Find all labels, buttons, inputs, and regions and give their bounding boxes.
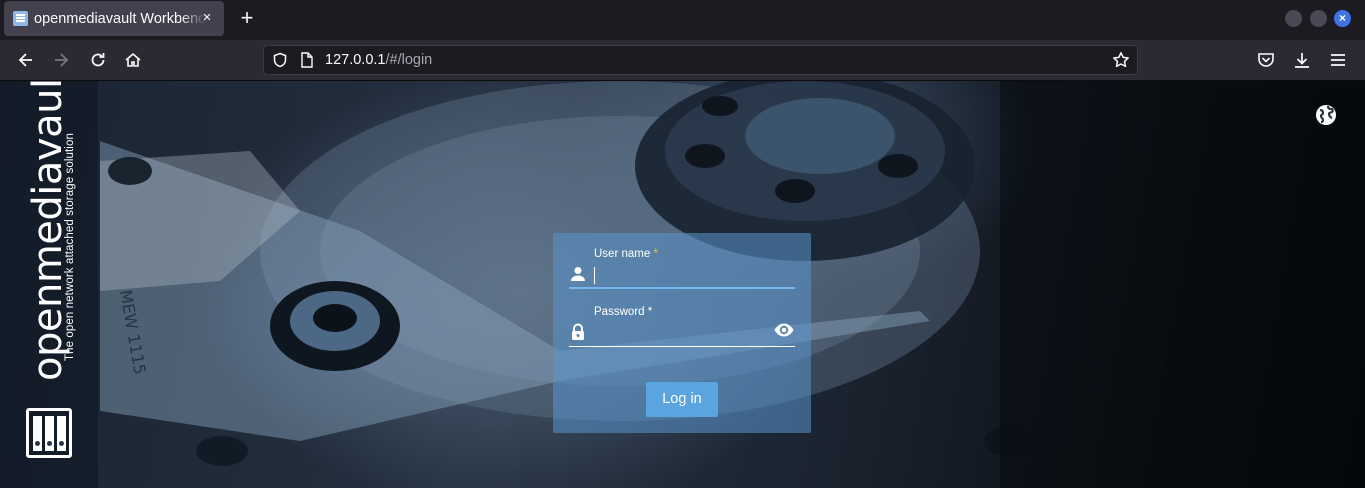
home-icon[interactable]: [123, 50, 143, 70]
required-marker: *: [653, 248, 658, 260]
password-input[interactable]: [594, 323, 769, 343]
tab-title: openmediavault Workbench: [34, 10, 206, 27]
forward-icon[interactable]: [51, 50, 71, 70]
password-underline: [569, 346, 795, 347]
bookmark-star-icon[interactable]: [1112, 51, 1130, 69]
favicon-icon: [13, 11, 28, 26]
download-icon[interactable]: [1292, 50, 1312, 70]
reload-icon[interactable]: [88, 50, 108, 70]
pocket-icon[interactable]: [1256, 50, 1276, 70]
window-minimize-button[interactable]: [1285, 10, 1302, 27]
username-underline: [569, 287, 795, 289]
brand-tagline: The open network attached storage soluti…: [64, 133, 76, 361]
username-label-text: User name: [594, 248, 651, 260]
tab-strip: openmediavault Workbench × + ×: [0, 0, 1365, 40]
url-host: 127.0.0.1: [325, 52, 386, 68]
language-globe-icon[interactable]: [1314, 103, 1338, 127]
menu-icon[interactable]: [1328, 50, 1348, 70]
lock-icon: [572, 323, 584, 340]
window-close-button[interactable]: ×: [1334, 10, 1351, 27]
tab-close-button[interactable]: ×: [198, 9, 216, 27]
login-button[interactable]: Log in: [646, 382, 718, 417]
back-icon[interactable]: [16, 50, 36, 70]
login-page: MEW 1115 openmediavault The open network…: [0, 81, 1365, 488]
password-field[interactable]: Password *: [569, 301, 795, 347]
brand-sidebar: openmediavault The open network attached…: [0, 81, 98, 488]
url-text[interactable]: 127.0.0.1/#/login: [325, 52, 432, 68]
window-maximize-button[interactable]: [1310, 10, 1327, 27]
shield-icon[interactable]: [272, 52, 288, 68]
brand-text: openmediavault The open network attached…: [25, 81, 88, 381]
address-bar[interactable]: 127.0.0.1/#/login: [263, 45, 1138, 75]
password-label: Password *: [594, 306, 652, 318]
new-tab-button[interactable]: +: [236, 7, 258, 30]
person-icon: [571, 267, 585, 281]
url-path: /#/login: [385, 52, 433, 68]
login-form: User name * Password * Log in: [553, 233, 811, 433]
text-caret: [594, 267, 595, 284]
username-field[interactable]: User name *: [569, 243, 795, 289]
tab-openmediavault[interactable]: openmediavault Workbench ×: [4, 1, 224, 36]
show-password-eye-icon[interactable]: [773, 319, 795, 341]
brand-name: openmediavault: [25, 81, 71, 381]
username-label: User name *: [594, 248, 658, 260]
navigation-toolbar: 127.0.0.1/#/login: [0, 40, 1365, 81]
page-icon[interactable]: [300, 52, 314, 68]
openmediavault-logo-icon: [26, 408, 72, 458]
password-label-text: Password: [594, 306, 645, 318]
username-input[interactable]: [594, 265, 769, 285]
required-marker: *: [647, 306, 653, 318]
